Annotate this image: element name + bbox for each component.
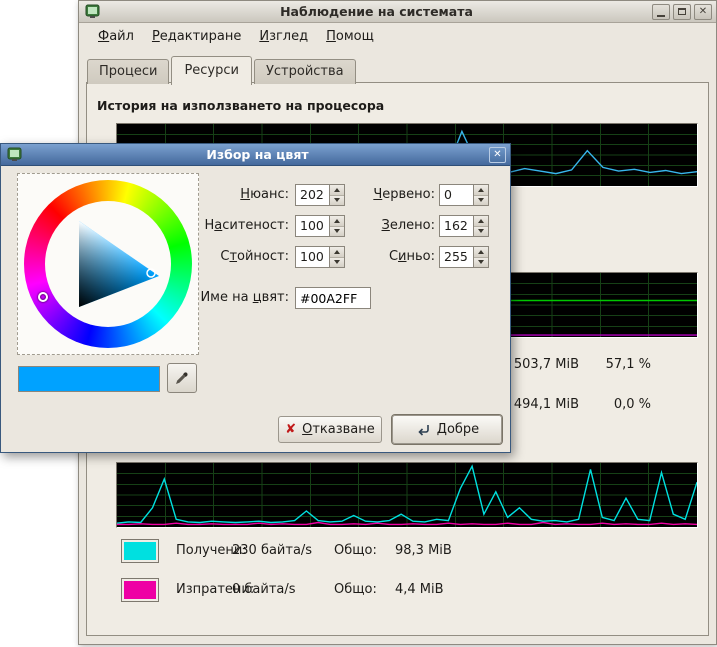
dialog-title: Избор на цвят [26, 147, 489, 162]
blue-value: 255 [440, 247, 473, 267]
received-total-label: Общо: [334, 543, 377, 558]
titlebar[interactable]: Наблюдение на системата ✕ [79, 1, 716, 23]
network-history-chart [116, 462, 698, 528]
down-arrow-icon [334, 198, 340, 205]
maximize-icon [678, 8, 686, 15]
received-total: 98,3 MiB [395, 543, 452, 558]
received-color-swatch[interactable] [121, 539, 159, 563]
red-down-button[interactable] [474, 195, 488, 206]
color-name-label: Име на цвят: [181, 287, 289, 309]
hue-selector[interactable] [38, 292, 48, 302]
maximize-button[interactable] [673, 4, 691, 20]
down-arrow-icon [478, 260, 484, 267]
cpu-history-title: История на използването на процесора [97, 98, 384, 113]
down-arrow-icon [334, 260, 340, 267]
up-arrow-icon [478, 185, 484, 192]
desktop: Наблюдение на системата ✕ Файл Редактира… [0, 0, 717, 647]
blue-spinbox[interactable]: 255 [439, 246, 489, 268]
tabstrip: Процеси Ресурси Устройства [87, 56, 358, 84]
ok-button-label: Добре [437, 422, 479, 437]
green-down-button[interactable] [474, 226, 488, 237]
swap-used-value: 494,1 MiB [507, 397, 579, 412]
hue-down-button[interactable] [330, 195, 344, 206]
window-title: Наблюдение на системата [104, 4, 649, 19]
down-arrow-icon [334, 229, 340, 236]
color-name-input[interactable] [295, 287, 371, 309]
red-spinbox[interactable]: 0 [439, 184, 489, 206]
app-icon [85, 4, 100, 19]
network-legend-row-received: Получени: 230 байта/s Общо: 98,3 MiB [87, 539, 708, 565]
ok-button[interactable]: Добре [392, 415, 502, 444]
value-up-button[interactable] [330, 247, 344, 257]
menu-view[interactable]: Изглед [250, 25, 317, 48]
hue-value: 202 [296, 185, 329, 205]
red-label: Червено: [353, 184, 435, 206]
hsv-triangle[interactable] [45, 201, 171, 327]
swap-used-percent: 0,0 % [587, 397, 651, 412]
blue-up-button[interactable] [474, 247, 488, 257]
tab-processes[interactable]: Процеси [87, 59, 169, 84]
close-button[interactable]: ✕ [694, 4, 712, 20]
saturation-up-button[interactable] [330, 216, 344, 226]
cancel-x-icon: ✘ [285, 423, 296, 436]
value-label: Стойност: [181, 246, 289, 268]
down-arrow-icon [478, 229, 484, 236]
blue-down-button[interactable] [474, 257, 488, 268]
blue-label: Синьо: [353, 246, 435, 268]
saturation-label: Наситеност: [181, 215, 289, 237]
saturation-spinbox[interactable]: 100 [295, 215, 345, 237]
minimize-icon [657, 15, 665, 17]
up-arrow-icon [478, 247, 484, 254]
menu-help[interactable]: Помощ [317, 25, 383, 48]
red-up-button[interactable] [474, 185, 488, 195]
memory-used-value: 503,7 MiB [507, 357, 579, 372]
sent-rate: 0 байта/s [232, 582, 296, 597]
cancel-button[interactable]: ✘ Отказване [278, 416, 382, 443]
green-label: Зелено: [353, 215, 435, 237]
sent-total-label: Общо: [334, 582, 377, 597]
dialog-close-icon: ✕ [493, 149, 501, 160]
green-value: 162 [440, 216, 473, 236]
sent-color-swatch[interactable] [121, 578, 159, 602]
hue-up-button[interactable] [330, 185, 344, 195]
color-wheel-frame [17, 173, 199, 355]
close-icon: ✕ [699, 7, 707, 17]
hue-label: Нюанс: [181, 184, 289, 206]
memory-used-percent: 57,1 % [587, 357, 651, 372]
green-up-button[interactable] [474, 216, 488, 226]
menu-edit[interactable]: Редактиране [143, 25, 250, 48]
value-down-button[interactable] [330, 257, 344, 268]
menubar: Файл Редактиране Изглед Помощ [79, 23, 716, 49]
tab-resources[interactable]: Ресурси [171, 56, 252, 85]
up-arrow-icon [334, 185, 340, 192]
dialog-app-icon [7, 147, 22, 162]
menu-file[interactable]: Файл [89, 25, 143, 48]
up-arrow-icon [334, 216, 340, 223]
received-rate: 230 байта/s [232, 543, 312, 558]
up-arrow-icon [478, 216, 484, 223]
value-spinbox[interactable]: 100 [295, 246, 345, 268]
color-picker-dialog: Избор на цвят ✕ [0, 143, 511, 453]
cancel-button-label: Отказване [302, 422, 375, 437]
network-legend-row-sent: Изпратени: 0 байта/s Общо: 4,4 MiB [87, 578, 708, 604]
red-value: 0 [440, 185, 473, 205]
tab-devices[interactable]: Устройства [254, 59, 356, 84]
value-value: 100 [296, 247, 329, 267]
color-preview-swatch [18, 366, 160, 392]
dialog-titlebar[interactable]: Избор на цвят ✕ [1, 144, 510, 166]
eyedropper-button[interactable] [167, 363, 197, 393]
saturation-down-button[interactable] [330, 226, 344, 237]
hue-ring[interactable] [24, 180, 192, 348]
sent-total: 4,4 MiB [395, 582, 444, 597]
eyedropper-icon [174, 370, 190, 386]
hue-spinbox[interactable]: 202 [295, 184, 345, 206]
green-spinbox[interactable]: 162 [439, 215, 489, 237]
ok-enter-icon [415, 422, 431, 438]
down-arrow-icon [478, 198, 484, 205]
dialog-close-button[interactable]: ✕ [489, 147, 506, 163]
up-arrow-icon [334, 247, 340, 254]
saturation-value: 100 [296, 216, 329, 236]
minimize-button[interactable] [652, 4, 670, 20]
